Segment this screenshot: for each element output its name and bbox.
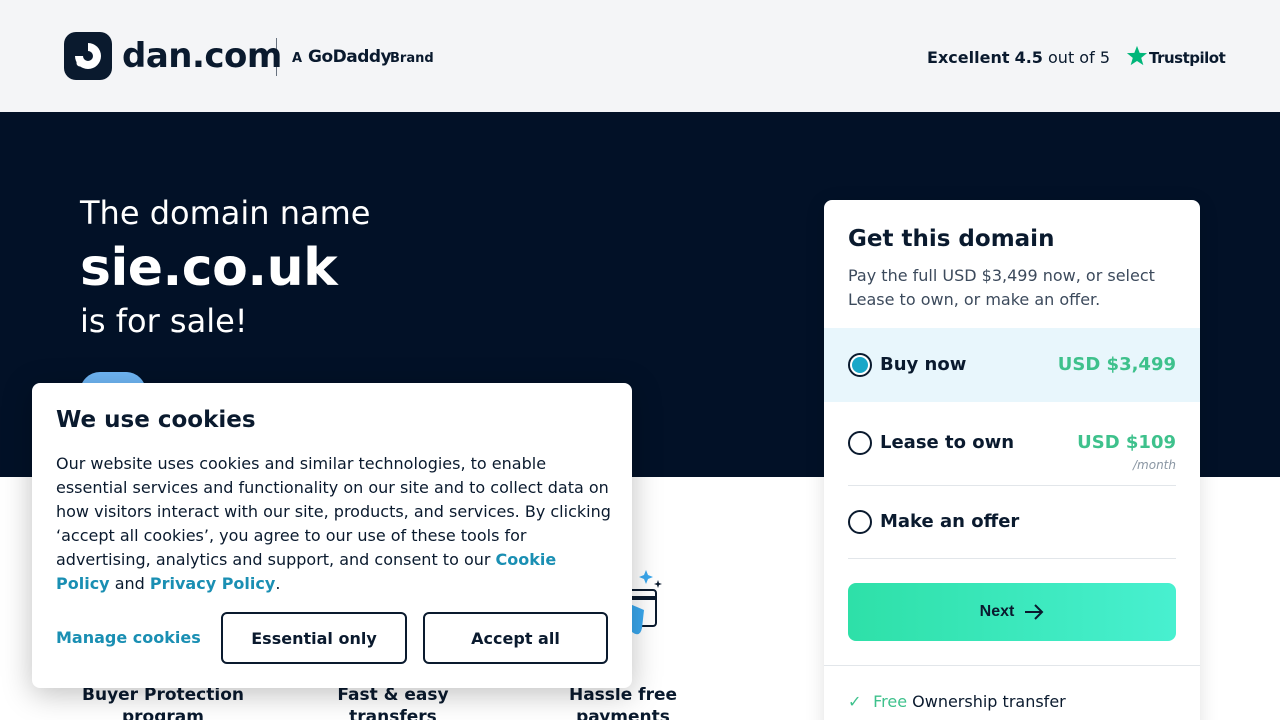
trustpilot-logo[interactable]: Trustpilot: [1149, 49, 1226, 67]
brand-suffix: Brand: [390, 51, 434, 66]
option-label: Make an offer: [880, 511, 1020, 532]
next-label: Next: [979, 603, 1015, 620]
card-description: Pay the full USD $3,499 now, or select L…: [848, 266, 1155, 309]
essential-only-button[interactable]: Essential only: [221, 612, 407, 664]
option-price: USD $109: [1077, 432, 1176, 453]
cookie-dialog: We use cookies Our website uses cookies …: [32, 383, 632, 688]
rating-score: 4.5: [1014, 48, 1043, 67]
option-price: USD $3,499: [1057, 354, 1176, 375]
feature-fast-transfers: Fast & easy transfers: [303, 684, 483, 720]
option-make-offer[interactable]: Make an offer: [824, 486, 1200, 559]
feature-hassle-free: Hassle free payments: [533, 684, 713, 720]
lease-radio[interactable]: [848, 431, 872, 455]
godaddy-logo: GoDaddy: [308, 47, 392, 67]
trustpilot-rating: Excellent 4.5 out of 5: [927, 48, 1110, 67]
domain-name: sie.co.uk: [80, 238, 338, 298]
feature-title-line2: payments: [576, 707, 670, 720]
rating-word: Excellent: [927, 48, 1010, 67]
cookie-body: Our website uses cookies and similar tec…: [56, 452, 612, 596]
option-label: Lease to own: [880, 432, 1015, 453]
cookie-period: .: [275, 574, 281, 593]
brand-prefix: A: [292, 51, 303, 66]
option-divider: [848, 558, 1176, 559]
accept-all-button[interactable]: Accept all: [423, 612, 608, 664]
next-button[interactable]: Next: [848, 583, 1176, 641]
cookie-title: We use cookies: [56, 407, 256, 433]
option-buy-now[interactable]: Buy now USD $3,499: [824, 328, 1200, 402]
arrow-right-icon: [1025, 604, 1044, 620]
manage-cookies-link[interactable]: Manage cookies: [56, 628, 201, 647]
feature-title-line2: transfers: [349, 707, 437, 720]
feature-buyer-protection: Buyer Protection program: [73, 684, 253, 720]
dan-logo-icon[interactable]: [64, 32, 112, 80]
checkmark-icon: ✓: [848, 692, 862, 711]
buy-now-radio[interactable]: [848, 353, 872, 377]
trustpilot-star-icon: [1126, 45, 1148, 66]
option-label: Buy now: [880, 354, 967, 375]
feature-title-line2: program: [122, 707, 204, 720]
offer-radio[interactable]: [848, 510, 872, 534]
perk-ownership-transfer: ✓ Free Ownership transfer: [848, 692, 1066, 711]
rating-rest: out of 5: [1048, 48, 1110, 67]
site-header: dan.com A GoDaddy Brand Excellent 4.5 ou…: [0, 0, 1280, 112]
card-title: Get this domain: [848, 226, 1055, 252]
cookie-and: and: [109, 574, 150, 593]
hero-for-sale: is for sale!: [80, 302, 248, 340]
perk-free-label: Free: [873, 692, 908, 711]
option-price-period: /month: [1133, 458, 1176, 472]
logo-divider: [276, 38, 277, 76]
hero-intro: The domain name: [80, 194, 371, 232]
card-divider: [824, 665, 1200, 666]
perk-text: Ownership transfer: [912, 692, 1066, 711]
option-lease-to-own[interactable]: Lease to own USD $109 /month: [824, 402, 1200, 486]
privacy-policy-link[interactable]: Privacy Policy: [150, 574, 275, 593]
logo-wordmark[interactable]: dan.com: [122, 36, 282, 76]
purchase-card: Get this domain Pay the full USD $3,499 …: [824, 200, 1200, 720]
